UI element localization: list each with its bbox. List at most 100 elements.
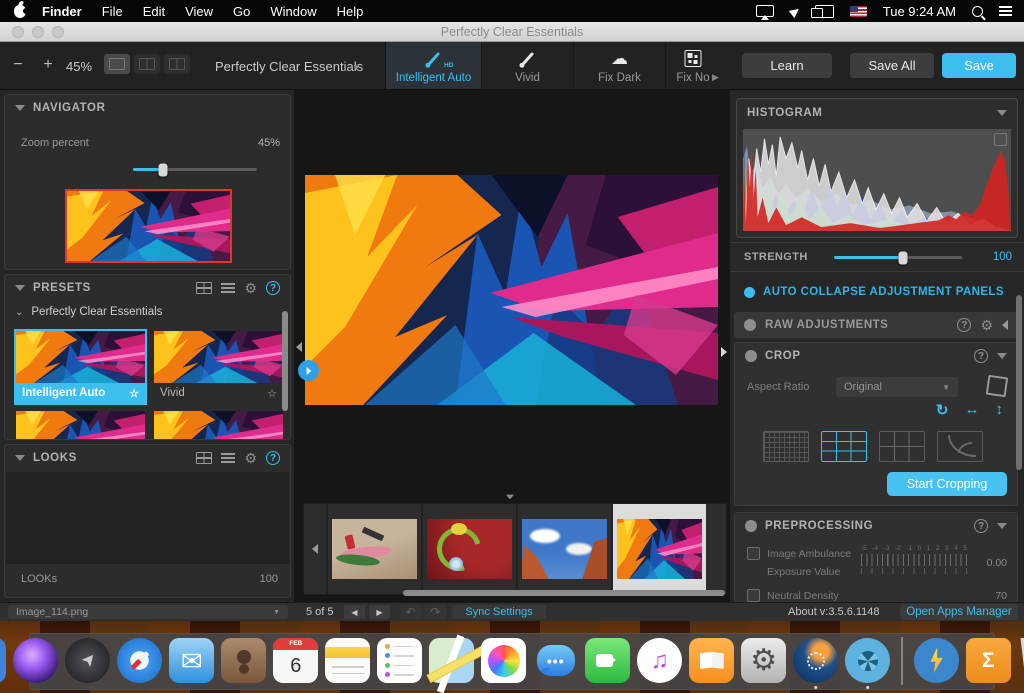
more-presets-arrow[interactable]: ▶ [712, 72, 719, 83]
menu-app-name[interactable]: Finder [32, 4, 92, 19]
menu-file[interactable]: File [92, 4, 133, 19]
perfectly-clear-dock-icon[interactable] [793, 638, 838, 683]
siri-dock-icon[interactable] [13, 638, 58, 683]
itunes-dock-icon[interactable]: ♫ [637, 638, 682, 683]
crop-header[interactable]: CROP ? [735, 343, 1017, 369]
previous-image-button[interactable]: ◀ [344, 605, 365, 619]
next-image-button[interactable]: ▶ [369, 605, 390, 619]
aperture-app-dock-icon[interactable] [845, 638, 890, 683]
collapse-left-panel-arrow[interactable] [296, 342, 302, 352]
list-view-icon[interactable] [221, 283, 235, 293]
save-all-button[interactable]: Save All [850, 53, 934, 78]
reminders-dock-icon[interactable] [377, 638, 422, 683]
right-panel-scrollbar[interactable] [1016, 295, 1022, 470]
presets-header[interactable]: PRESETS ⚙ ? [5, 275, 290, 301]
favorite-star-icon[interactable]: ☆ [267, 387, 277, 400]
sync-settings-button[interactable]: Sync Settings [452, 605, 546, 619]
list-view-icon[interactable] [221, 453, 235, 463]
undo-button[interactable]: ↶ [400, 605, 421, 619]
location-arrow-icon[interactable]: ▶ [787, 3, 802, 18]
start-cropping-button[interactable]: Start Cropping [887, 472, 1007, 496]
sigma-folder-dock-icon[interactable]: Σ [966, 638, 1011, 683]
apple-menu-icon[interactable] [14, 5, 26, 18]
preset-tab-fix-dark[interactable]: ☁ Fix Dark [573, 42, 665, 89]
redo-button[interactable]: ↷ [425, 605, 446, 619]
system-preferences-dock-icon[interactable]: ⚙ [741, 638, 786, 683]
filmstrip-prev-arrow[interactable] [304, 504, 326, 594]
auto-collapse-toggle[interactable]: AUTO COLLAPSE ADJUSTMENT PANELS [744, 286, 1004, 298]
histogram-checkbox[interactable] [994, 133, 1007, 146]
preset-thumb-partial[interactable] [154, 411, 283, 440]
zoom-percent-slider[interactable] [133, 168, 257, 171]
preset-tab-vivid[interactable]: Vivid [481, 42, 573, 89]
displays-icon[interactable] [815, 5, 834, 18]
grid-view-icon[interactable] [196, 452, 212, 464]
menu-help[interactable]: Help [327, 4, 374, 19]
looks-header[interactable]: LOOKS ⚙ ? [5, 445, 290, 471]
file-selector[interactable]: Image_114.png▼ [8, 605, 288, 619]
crop-grid-fine-button[interactable] [763, 431, 809, 462]
filmstrip-item-3[interactable] [516, 504, 611, 594]
exposure-scale-ticks[interactable] [861, 554, 967, 566]
histogram-header[interactable]: HISTOGRAM [737, 99, 1017, 127]
launchpad-dock-icon[interactable] [65, 638, 110, 683]
maps-dock-icon[interactable] [429, 638, 474, 683]
gear-icon[interactable]: ⚙ [244, 451, 257, 465]
facetime-dock-icon[interactable] [585, 638, 630, 683]
learn-button[interactable]: Learn [742, 53, 832, 78]
split-view-button[interactable] [134, 54, 160, 74]
filmstrip-scrollbar[interactable] [403, 590, 725, 596]
preset-thumb-vivid[interactable]: Vivid☆ [154, 331, 283, 403]
grid-view-icon[interactable] [196, 282, 212, 294]
ibooks-dock-icon[interactable] [689, 638, 734, 683]
contacts-dock-icon[interactable] [221, 638, 266, 683]
calendar-dock-icon[interactable]: FEB6 [273, 638, 318, 683]
filmstrip-item-1[interactable] [326, 504, 421, 594]
crop-grid-quad-button[interactable] [879, 431, 925, 462]
crop-grid-golden-spiral-button[interactable] [937, 431, 983, 462]
gear-icon[interactable]: ⚙ [244, 281, 257, 295]
notes-dock-icon[interactable] [325, 638, 370, 683]
filmstrip-toggle-arrow[interactable] [506, 495, 514, 500]
airplay-icon[interactable] [756, 5, 774, 17]
notification-center-icon[interactable] [999, 6, 1012, 16]
preset-group-dropdown[interactable]: Perfectly Clear Essentials [215, 59, 363, 74]
filmstrip-item-2[interactable] [421, 504, 516, 594]
messages-dock-icon[interactable]: ••• [533, 638, 578, 683]
gear-icon[interactable]: ⚙ [980, 318, 993, 332]
side-by-side-view-button[interactable] [164, 54, 190, 74]
single-view-button[interactable] [104, 54, 130, 74]
help-icon[interactable]: ? [974, 519, 988, 533]
presets-scrollbar[interactable] [282, 311, 288, 411]
main-image[interactable] [305, 175, 718, 405]
flip-horizontal-icon[interactable]: ↔ [965, 401, 980, 419]
neutral-density-checkbox[interactable] [747, 589, 760, 602]
image-ambulance-checkbox[interactable] [747, 547, 760, 560]
rotate-icon[interactable]: ↻ [936, 401, 949, 419]
menu-go[interactable]: Go [223, 4, 260, 19]
zoom-out-button[interactable]: − [8, 56, 28, 74]
menu-view[interactable]: View [175, 4, 223, 19]
help-icon[interactable]: ? [957, 318, 971, 332]
raw-adjustments-header[interactable]: RAW ADJUSTMENTS ? ⚙ [734, 312, 1018, 338]
preset-group-row[interactable]: ⌄ Perfectly Clear Essentials [5, 301, 290, 323]
menu-window[interactable]: Window [260, 4, 326, 19]
menu-edit[interactable]: Edit [133, 4, 175, 19]
help-icon[interactable]: ? [266, 451, 280, 465]
crop-grid-thirds-button[interactable] [821, 431, 867, 462]
crop-rotate-icon[interactable] [986, 375, 1009, 398]
filmstrip-item-4-selected[interactable] [611, 504, 706, 594]
preset-thumb-partial[interactable] [16, 411, 145, 440]
mail-dock-icon[interactable]: ✉ [169, 638, 214, 683]
navigator-thumbnail[interactable] [65, 189, 232, 263]
help-icon[interactable]: ? [266, 281, 280, 295]
us-flag-input-icon[interactable] [850, 6, 867, 17]
archive-utility-dock-icon[interactable] [914, 638, 959, 683]
open-apps-manager-button[interactable]: Open Apps Manager [900, 604, 1018, 620]
strength-slider[interactable] [834, 256, 962, 259]
photos-dock-icon[interactable] [481, 638, 526, 683]
preprocessing-header[interactable]: PREPROCESSING ? [735, 513, 1017, 539]
before-after-handle[interactable] [298, 360, 319, 381]
navigator-header[interactable]: NAVIGATOR [5, 95, 290, 121]
menu-clock[interactable]: Tue 9:24 AM [883, 4, 956, 19]
